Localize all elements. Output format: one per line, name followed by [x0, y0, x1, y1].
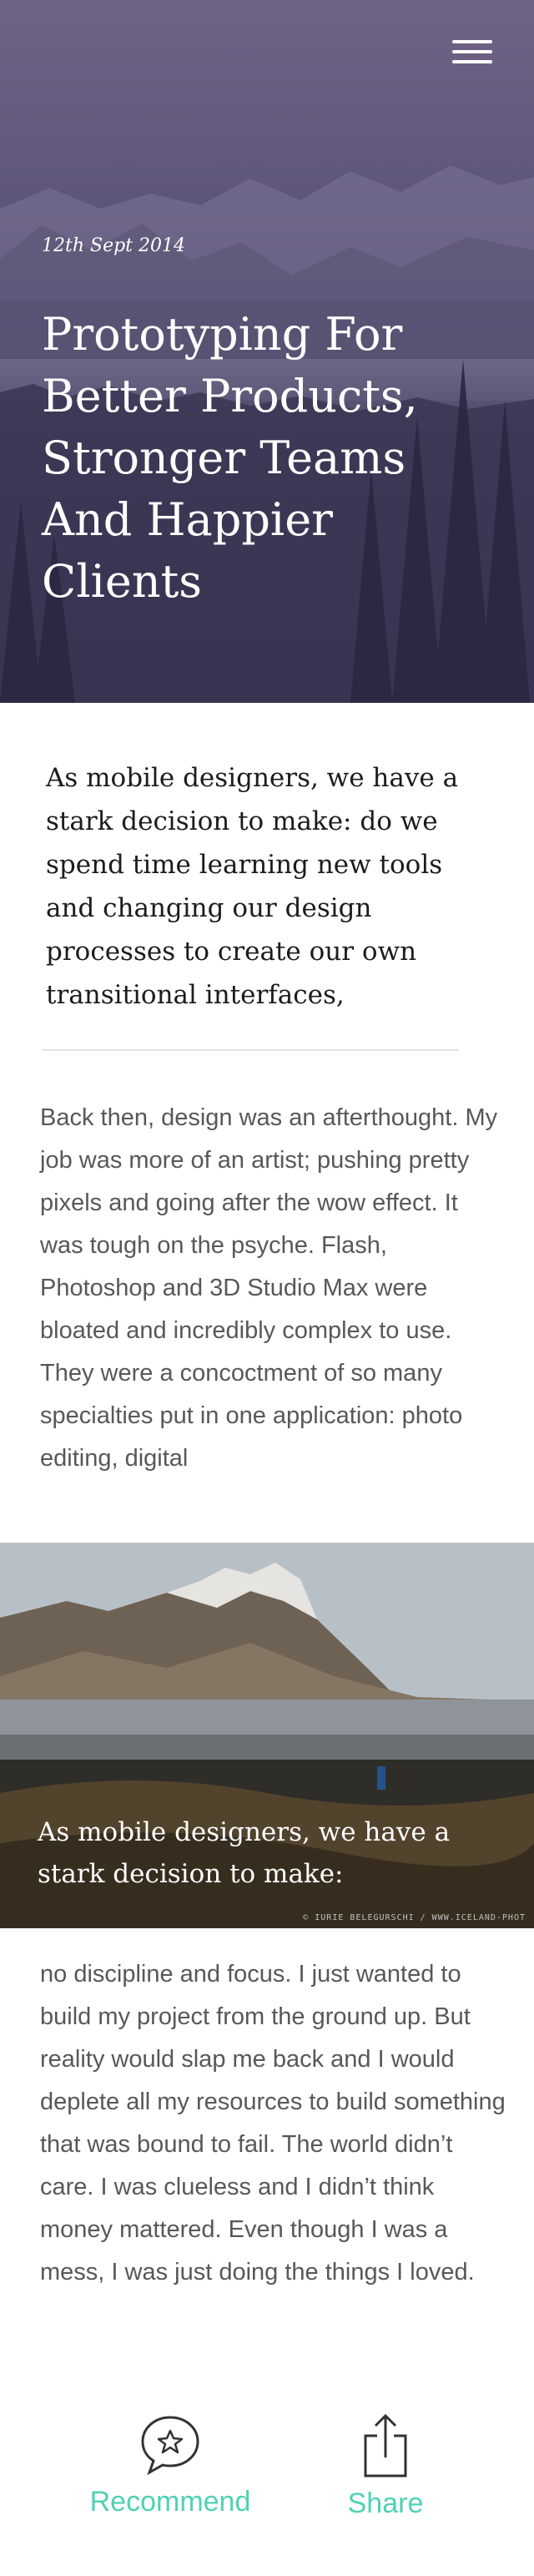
divider	[42, 1049, 459, 1051]
article-date: 12th Sept 2014	[42, 235, 185, 256]
hamburger-menu-icon-line	[452, 50, 492, 53]
article-paragraph: no discipline and focus. I just wanted t…	[40, 1961, 506, 2286]
menu-button[interactable]	[452, 40, 492, 68]
speech-bubble-star-icon	[141, 2416, 199, 2476]
hero-header: 12th Sept 2014 Prototyping For Better Pr…	[0, 0, 534, 703]
share-label: Share	[347, 2488, 424, 2519]
share-icon	[364, 2413, 407, 2478]
hamburger-menu-icon-line	[452, 60, 492, 63]
photo-credit: © IURIE BELEGURSCHI / WWW.ICELAND-PHOT	[303, 1913, 526, 1922]
article-title: Prototyping For Better Products, Stronge…	[42, 308, 418, 608]
share-button[interactable]: Share	[277, 2412, 494, 2520]
recommend-label: Recommend	[89, 2486, 251, 2518]
feature-caption: As mobile designers, we have a stark dec…	[38, 1817, 451, 1889]
recommend-button[interactable]: Recommend	[62, 2412, 279, 2518]
hamburger-menu-icon	[452, 40, 492, 43]
article-paragraph: Back then, design was an afterthought. M…	[40, 1104, 498, 1472]
article-lede: As mobile designers, we have a stark dec…	[46, 763, 459, 1010]
